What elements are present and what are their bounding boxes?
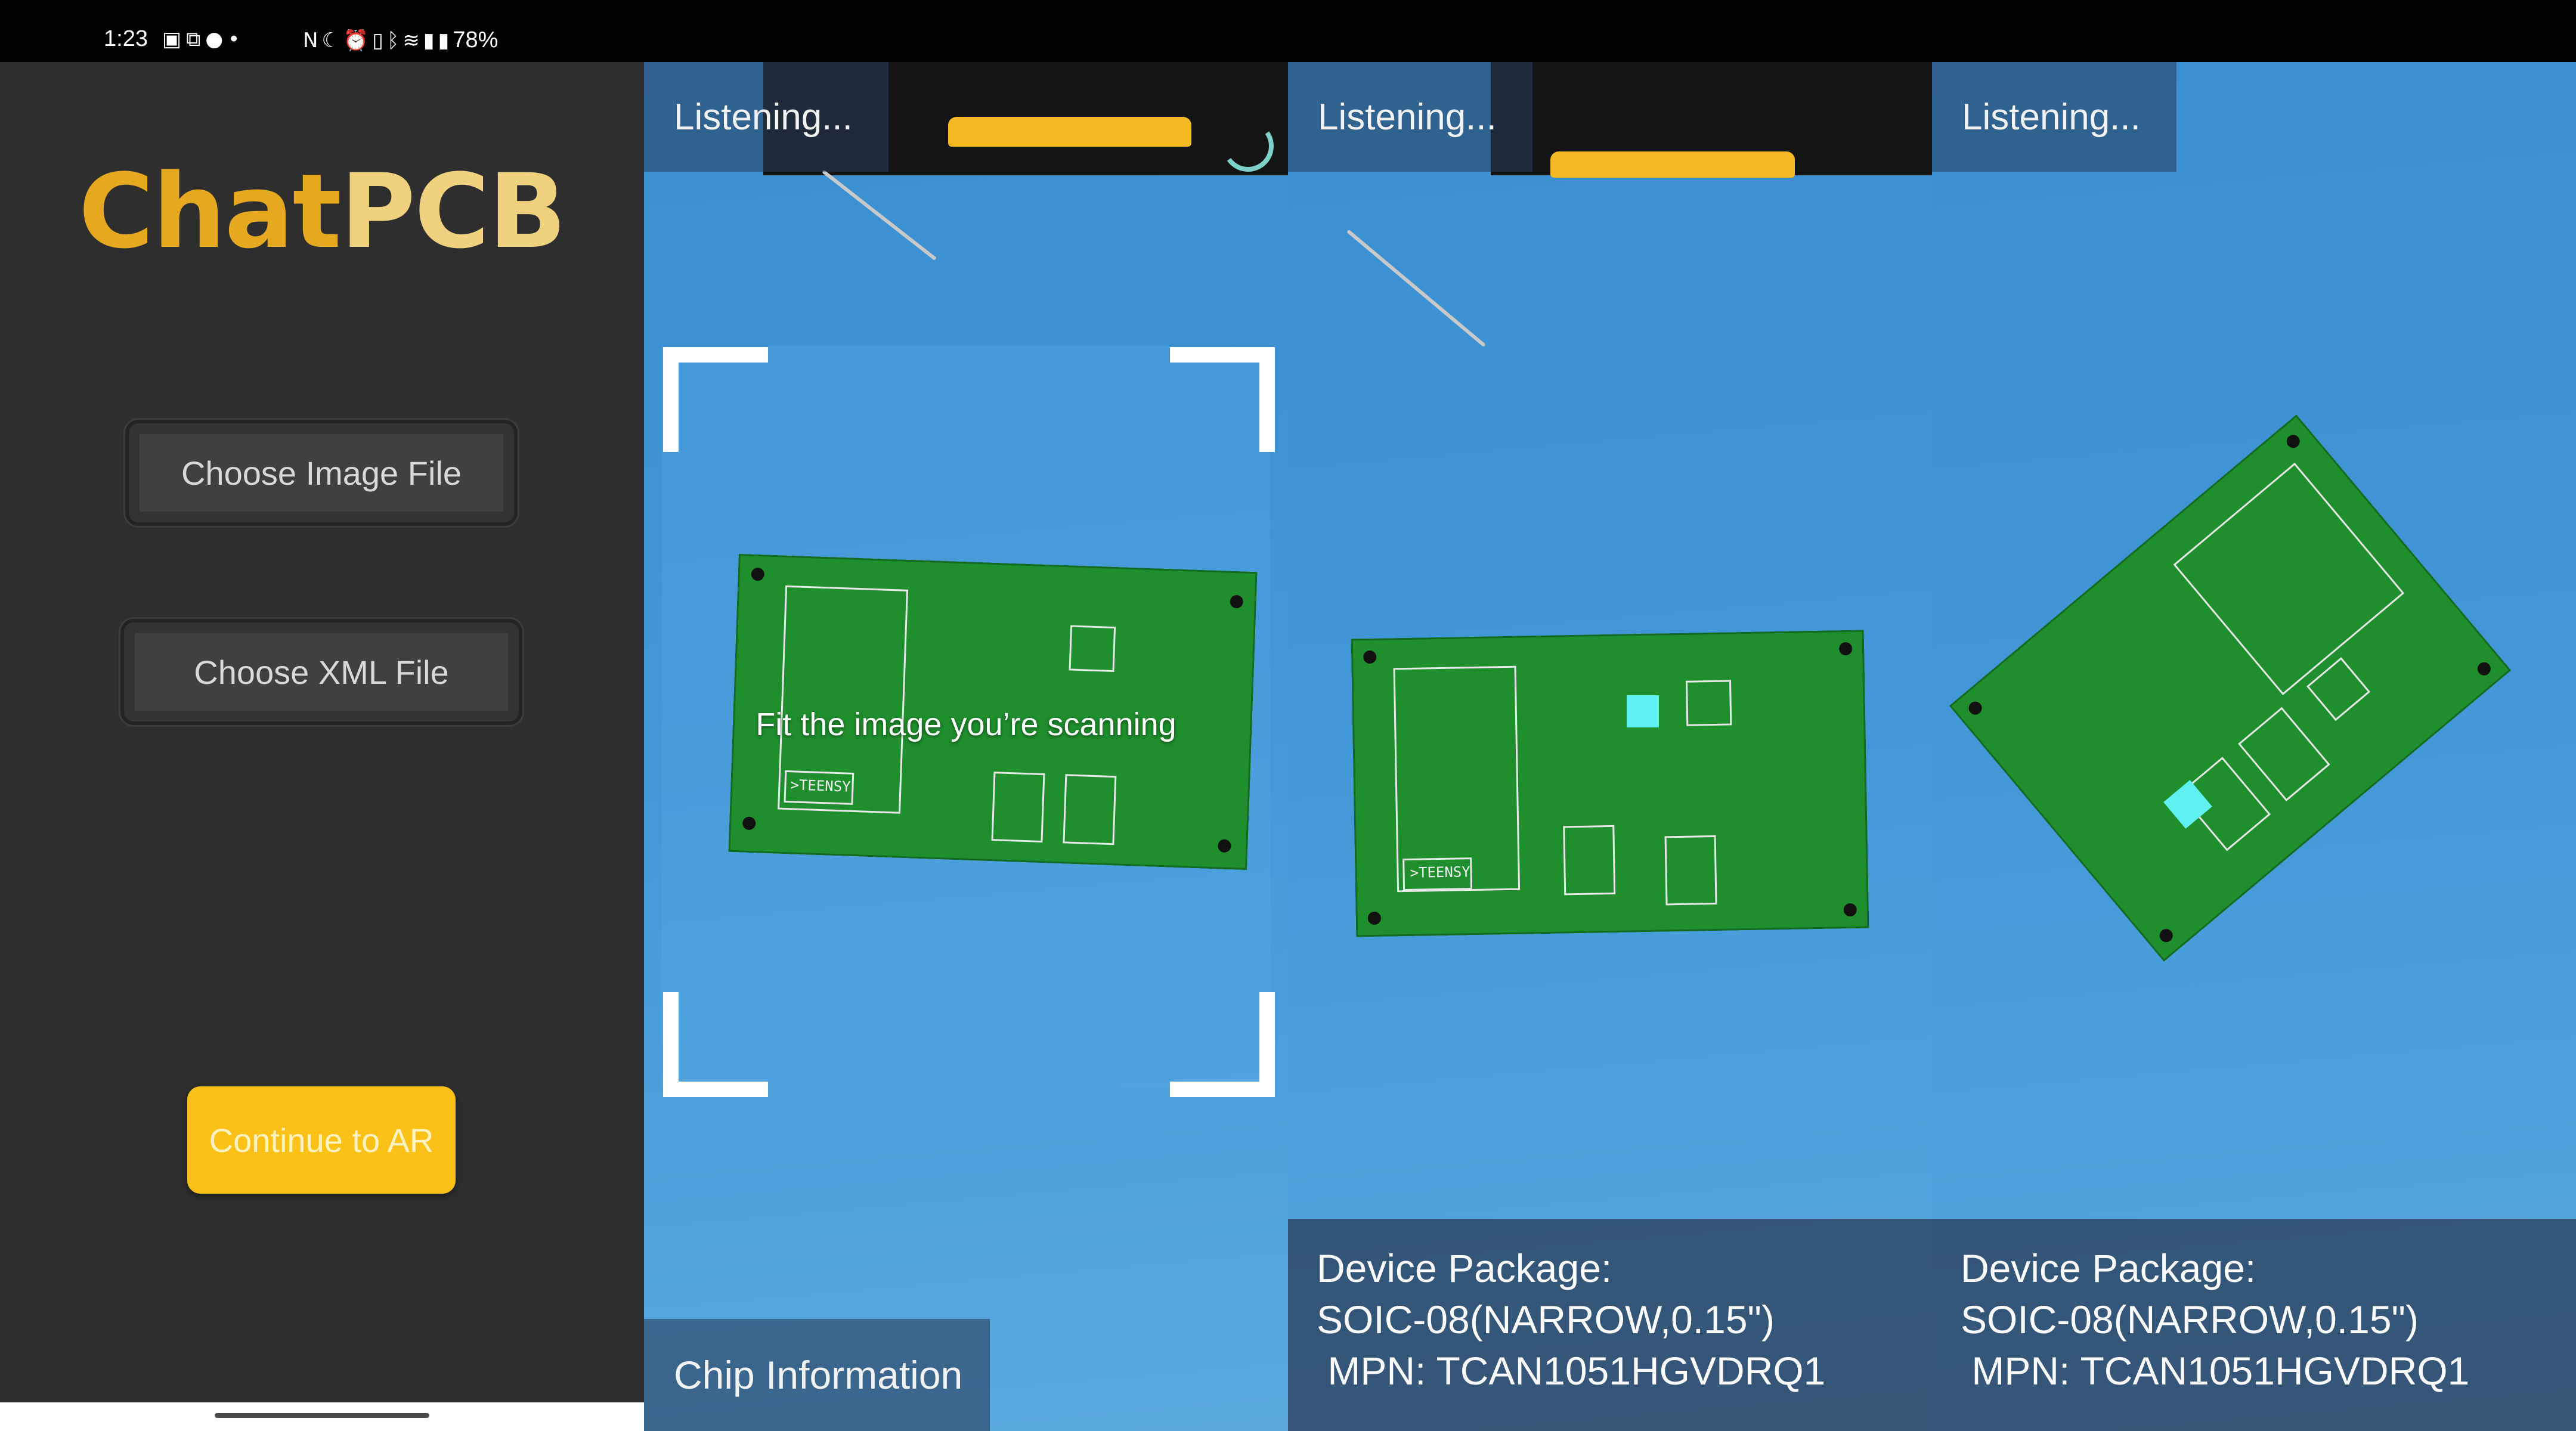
status-time: 1:23 [104, 26, 148, 51]
wifi-icon: ≋ [402, 29, 423, 52]
pcb-board: >TEENSY [1351, 630, 1869, 937]
teams-icon: ⧉ [186, 27, 206, 51]
pcb-board [1949, 414, 2512, 962]
yellow-clip [1550, 151, 1795, 178]
bluetooth-icon: ᛒ [386, 29, 403, 52]
device-package-value: SOIC-08(NARROW,0.15") [1317, 1297, 1775, 1342]
scan-bracket-bottom-left [663, 992, 768, 1097]
ar-camera-view-2: Listening... Device Package: SOIC-08(NAR… [1932, 62, 2576, 1431]
silk-label: >TEENSY [790, 776, 852, 795]
silk-label: >TEENSY [1410, 863, 1470, 881]
scan-hint: Fit the image you’re scanning [756, 707, 1176, 742]
mpn-value: MPN: TCAN1051HGVDRQ1 [1961, 1349, 2470, 1393]
listening-status: Listening... [1932, 62, 2176, 172]
scan-camera-view: Listening... >TEENSY Fit the image you’r… [644, 62, 1288, 1431]
alarm-icon: ⏰ [343, 29, 373, 52]
mpn-value: MPN: TCAN1051HGVDRQ1 [1317, 1349, 1826, 1393]
scan-bracket-bottom-right [1170, 992, 1275, 1097]
app-logo: ChatPCB [78, 151, 566, 271]
vibrate-icon: ▯ [372, 29, 387, 52]
device-package-label: Device Package: [1961, 1246, 2256, 1290]
chip-information-button[interactable]: Chip Information [644, 1319, 990, 1431]
system-icons: N☾⏰▯ᛒ≋▮▮78% [303, 27, 498, 53]
chat-icon: ● [205, 27, 228, 51]
nfc-icon: N [303, 29, 322, 52]
choose-image-file-button[interactable]: Choose Image File [125, 420, 518, 526]
dot-icon: • [228, 27, 245, 51]
ar-chip-marker[interactable] [1627, 695, 1659, 727]
device-package-label: Device Package: [1317, 1246, 1612, 1290]
battery-icon: ▮ [438, 29, 453, 52]
signal-icon: ▮ [423, 29, 438, 52]
yellow-clip [948, 117, 1191, 147]
moon-icon: ☾ [321, 29, 343, 52]
scan-bracket-top-left [663, 347, 768, 452]
status-bar: 1:23 ▣⧉●• N☾⏰▯ᛒ≋▮▮78% [0, 0, 2576, 62]
app-home-screen: ChatPCB Choose Image File Choose XML Fil… [0, 62, 644, 1431]
choose-xml-file-button[interactable]: Choose XML File [120, 619, 522, 725]
device-info-panel: Device Package: SOIC-08(NARROW,0.15") MP… [1288, 1219, 1932, 1431]
home-indicator[interactable] [215, 1413, 429, 1418]
listening-status: Listening... [1288, 62, 1532, 172]
choose-xml-file-label: Choose XML File [135, 633, 508, 711]
listening-status: Listening... [644, 62, 888, 172]
choose-image-file-label: Choose Image File [140, 434, 503, 512]
wire [1346, 229, 1486, 348]
ar-camera-view-1: Listening... >TEENSY Device Package: SOI… [1288, 62, 1932, 1431]
wire [822, 169, 937, 261]
device-info-panel: Device Package: SOIC-08(NARROW,0.15") MP… [1932, 1219, 2576, 1431]
notification-icons: ▣⧉●• [162, 27, 244, 51]
continue-to-ar-button[interactable]: Continue to AR [187, 1086, 456, 1194]
device-package-value: SOIC-08(NARROW,0.15") [1961, 1297, 2419, 1342]
calendar-icon: ▣ [162, 27, 187, 51]
battery-percent: 78% [453, 27, 499, 52]
scan-bracket-top-right [1170, 347, 1275, 452]
